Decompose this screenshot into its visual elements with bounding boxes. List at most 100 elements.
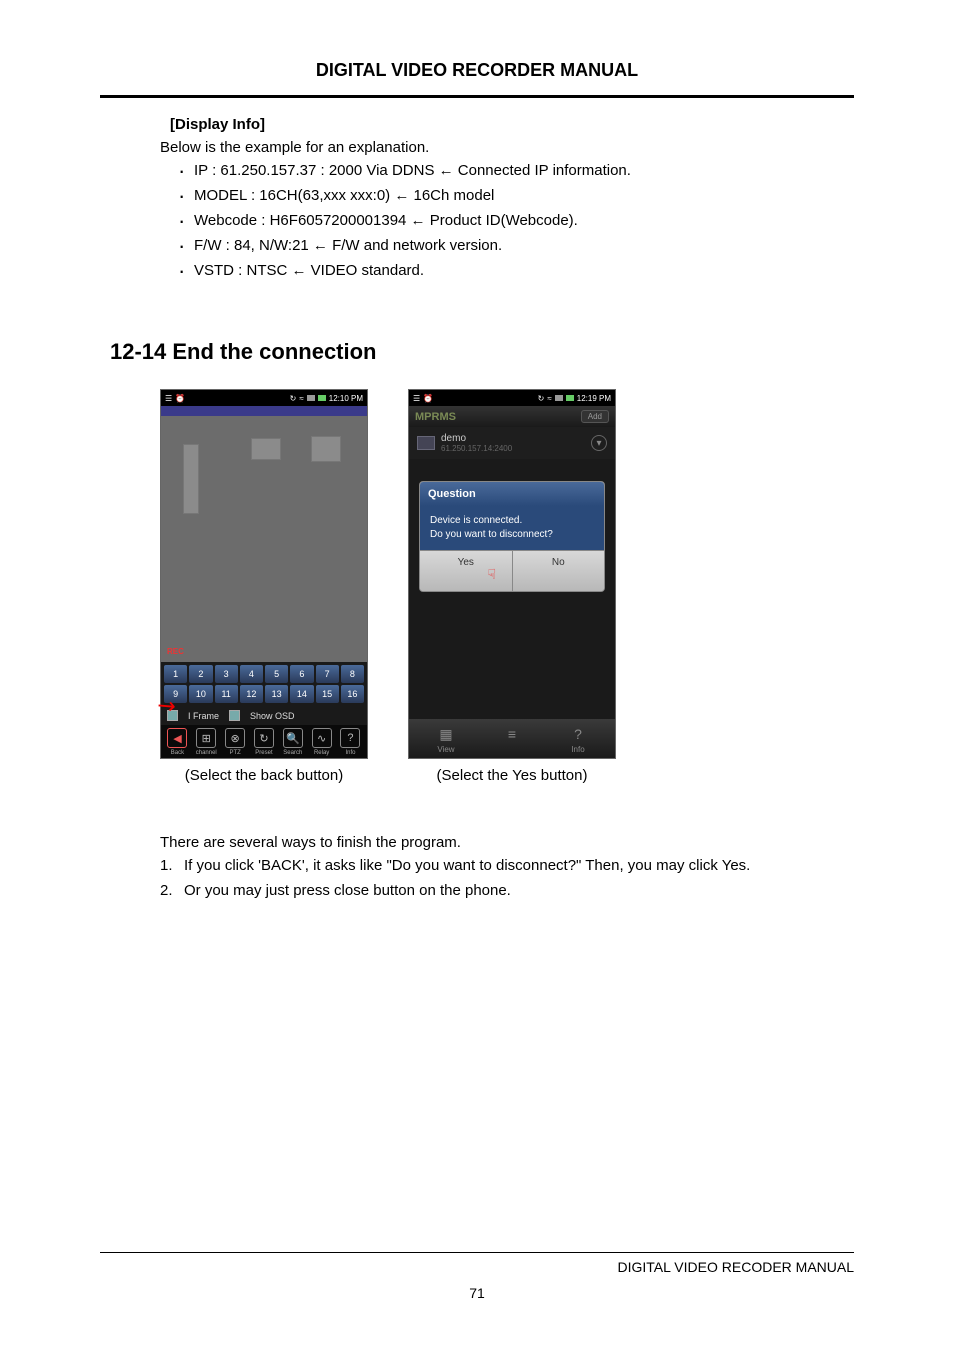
toolbar-label: Search (283, 750, 302, 756)
signal-icon (555, 395, 563, 401)
tab-label: View (437, 745, 454, 754)
info-tab[interactable]: ? Info (558, 723, 598, 754)
channel-button[interactable]: 7 (316, 665, 339, 683)
finish-list: If you click 'BACK', it asks like "Do yo… (160, 857, 854, 899)
channel-button[interactable]: 5 (265, 665, 288, 683)
info-icon: ? (340, 728, 360, 748)
signal-icon (307, 395, 315, 401)
screenshot-b-caption: (Select the Yes button) (408, 767, 616, 784)
channel-button[interactable]: 4 (240, 665, 263, 683)
chevron-down-icon[interactable]: ▾ (591, 435, 607, 451)
toolbar-label: Info (345, 750, 355, 756)
menu-icon: ☰ (165, 394, 172, 403)
search-button[interactable]: 🔍 Search (280, 728, 306, 756)
sync-icon: ↻ (290, 394, 297, 403)
display-info-intro: Below is the example for an explanation. (160, 139, 854, 156)
rec-indicator: REC (167, 647, 184, 656)
page-number: 71 (100, 1285, 854, 1301)
search-icon: 🔍 (283, 728, 303, 748)
title-strip (161, 406, 367, 416)
relay-icon: ∿ (312, 728, 332, 748)
channel-button[interactable]: 12 (240, 685, 263, 703)
toolbar-label: channel (196, 750, 217, 756)
relay-button[interactable]: ∿ Relay (309, 728, 335, 756)
channel-grid: 1 2 3 4 5 6 7 8 9 10 11 12 13 14 (161, 662, 367, 706)
sync-icon: ↻ (538, 394, 545, 403)
list-item: IP : 61.250.157.37 : 2000 Via DDNS ← Con… (178, 162, 854, 179)
channel-button[interactable]: 10 (189, 685, 212, 703)
toolbar-label: Back (171, 750, 184, 756)
showosd-label: Show OSD (250, 711, 295, 721)
menu-icon: ☰ (413, 394, 420, 403)
dialog-title: Question (420, 482, 604, 506)
device-name: demo (441, 433, 585, 444)
channel-button[interactable]: 13 (265, 685, 288, 703)
channel-button[interactable]: 11 (215, 685, 238, 703)
hand-pointer-icon: ☟ (452, 566, 532, 583)
list-item: MODEL : 16CH(63,xxx xxx:0) ← 16Ch model (178, 187, 854, 204)
battery-icon (318, 395, 326, 401)
view-icon: ▦ (435, 723, 457, 745)
list-icon: ≡ (501, 723, 523, 745)
battery-icon (566, 395, 574, 401)
video-area: REC (161, 416, 367, 662)
info-button[interactable]: ? Info (337, 728, 363, 756)
channel-button-tb[interactable]: ⊞ channel (193, 728, 219, 756)
status-time: 12:10 PM (329, 394, 363, 403)
bottom-tabs: ▦ View ≡ ? Info (409, 719, 615, 758)
section-heading: 12-14 End the connection (110, 339, 854, 365)
channel-button[interactable]: 16 (341, 685, 364, 703)
back-button[interactable]: ◀ Back (164, 728, 190, 756)
channel-button[interactable]: 8 (341, 665, 364, 683)
list-item: If you click 'BACK', it asks like "Do yo… (160, 857, 854, 874)
status-time: 12:19 PM (577, 394, 611, 403)
ptz-icon: ⊗ (225, 728, 245, 748)
device-ip: 61.250.157.14:2400 (441, 444, 585, 453)
dialog-line: Device is connected. (430, 514, 594, 528)
iframe-label: I Frame (188, 711, 219, 721)
screenshot-a-caption: (Select the back button) (160, 767, 368, 784)
app-title: MPRMS (415, 411, 456, 423)
dialog-body: Device is connected. Do you want to disc… (420, 506, 604, 550)
channel-button[interactable]: 14 (290, 685, 313, 703)
display-info-list: IP : 61.250.157.37 : 2000 Via DDNS ← Con… (160, 162, 854, 279)
options-row: I Frame Show OSD (161, 706, 367, 725)
header-rule (100, 95, 854, 98)
disconnect-dialog: Question Device is connected. Do you wan… (419, 481, 605, 592)
finish-intro: There are several ways to finish the pro… (160, 834, 854, 851)
alarm-icon: ⏰ (423, 394, 433, 403)
iframe-checkbox[interactable] (167, 710, 178, 721)
info-icon: ? (567, 723, 589, 745)
channel-button[interactable]: 6 (290, 665, 313, 683)
list-tab[interactable]: ≡ (492, 723, 532, 754)
tab-label: Info (571, 745, 584, 754)
page-header-title: DIGITAL VIDEO RECORDER MANUAL (100, 60, 854, 81)
channel-button[interactable]: 2 (189, 665, 212, 683)
footer-text: DIGITAL VIDEO RECODER MANUAL (100, 1259, 854, 1275)
device-icon (417, 436, 435, 450)
list-item: Webcode : H6F6057200001394 ← Product ID(… (178, 212, 854, 229)
yes-button[interactable]: Yes ☟ (420, 550, 512, 591)
channel-button[interactable]: 3 (215, 665, 238, 683)
showosd-checkbox[interactable] (229, 710, 240, 721)
back-icon: ◀ (167, 728, 187, 748)
app-title-bar: MPRMS Add (409, 406, 615, 427)
add-button[interactable]: Add (581, 410, 609, 423)
dialog-line: Do you want to disconnect? (430, 528, 594, 542)
channel-button[interactable]: 15 (316, 685, 339, 703)
channel-icon: ⊞ (196, 728, 216, 748)
wifi-icon: ≈ (299, 394, 303, 403)
wifi-icon: ≈ (547, 394, 551, 403)
display-info-heading: [Display Info] (160, 116, 854, 133)
channel-button[interactable]: 9 (164, 685, 187, 703)
list-item: VSTD : NTSC ← VIDEO standard. (178, 262, 854, 279)
ptz-button[interactable]: ⊗ PTZ (222, 728, 248, 756)
toolbar-label: PTZ (229, 750, 240, 756)
status-bar: ☰ ⏰ ↻ ≈ 12:19 PM (409, 390, 615, 406)
device-list-item[interactable]: demo 61.250.157.14:2400 ▾ (409, 427, 615, 459)
preset-button[interactable]: ↻ Preset (251, 728, 277, 756)
screenshot-disconnect-dialog: ☰ ⏰ ↻ ≈ 12:19 PM MPRMS Add (408, 389, 616, 759)
bottom-toolbar: ◀ Back ⊞ channel ⊗ PTZ ↻ (161, 725, 367, 758)
channel-button[interactable]: 1 (164, 665, 187, 683)
view-tab[interactable]: ▦ View (426, 723, 466, 754)
